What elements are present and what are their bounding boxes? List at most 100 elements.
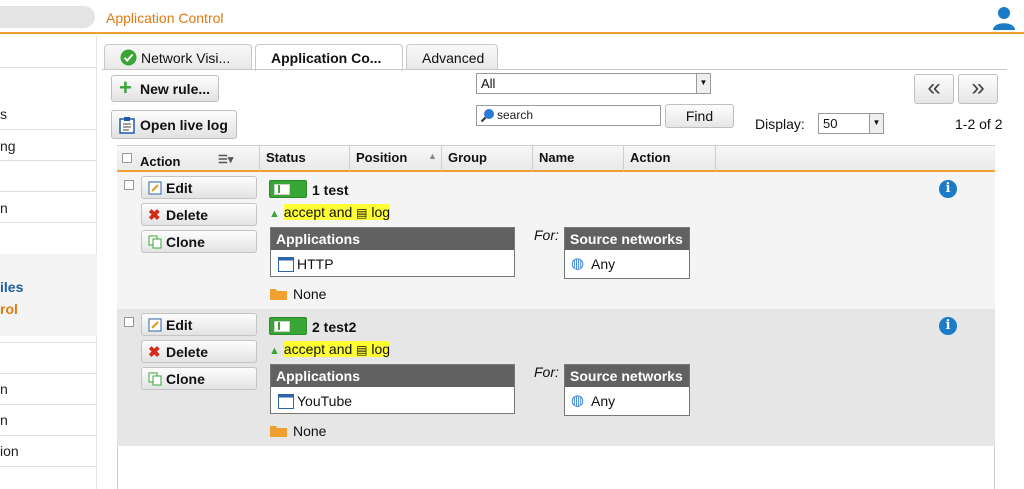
delete-label: Delete bbox=[166, 344, 209, 360]
display-select-value: 50 bbox=[823, 116, 838, 131]
info-icon[interactable]: i bbox=[939, 180, 957, 198]
clone-label: Clone bbox=[166, 371, 205, 387]
sidebar-item[interactable]: iles bbox=[0, 279, 23, 295]
enabled-toggle[interactable] bbox=[269, 180, 307, 198]
top-search-field[interactable] bbox=[0, 6, 95, 28]
source-network-value: Any bbox=[591, 256, 616, 272]
tabs-divider bbox=[102, 69, 1007, 70]
column-action-2[interactable]: Action bbox=[624, 146, 716, 171]
sidebar-active-section bbox=[0, 254, 97, 336]
sort-asc-icon: ▲ bbox=[428, 151, 437, 161]
for-label: For: bbox=[534, 227, 559, 243]
sidebar-item[interactable]: n bbox=[0, 412, 8, 428]
column-action[interactable]: Action ☰▾ bbox=[134, 146, 260, 171]
table-row: Edit ✖ Delete Clone 1 test ▲ accept and … bbox=[117, 172, 995, 309]
check-circle-icon bbox=[120, 49, 137, 66]
app-window-icon bbox=[278, 257, 294, 272]
edit-button[interactable]: Edit bbox=[141, 176, 257, 199]
clone-icon bbox=[148, 372, 162, 386]
globe-icon: ◍ bbox=[571, 255, 585, 272]
plus-icon: + bbox=[119, 75, 132, 100]
table-header: Action ☰▾ Status Position ▲ Group Name A… bbox=[117, 145, 995, 172]
tab-label: Advanced bbox=[422, 50, 485, 66]
select-all-checkbox[interactable] bbox=[122, 153, 132, 163]
tab-network-visibility[interactable]: Network Visi... bbox=[104, 44, 252, 70]
column-label: Action bbox=[140, 154, 181, 169]
sidebar-item[interactable]: ng bbox=[0, 138, 16, 154]
new-rule-button[interactable]: + New rule... bbox=[111, 75, 219, 102]
column-position[interactable]: Position ▲ bbox=[350, 146, 442, 171]
source-networks-box: Source networks ◍ Any bbox=[564, 227, 690, 279]
find-button[interactable]: Find bbox=[665, 104, 734, 128]
row-checkbox[interactable] bbox=[124, 317, 134, 327]
search-input[interactable]: search bbox=[476, 105, 661, 126]
edit-icon bbox=[148, 181, 162, 195]
prev-page-button[interactable]: « bbox=[914, 74, 954, 104]
open-live-log-button[interactable]: Open live log bbox=[111, 110, 237, 139]
column-label: Position bbox=[356, 150, 408, 165]
globe-icon: ◍ bbox=[571, 392, 585, 409]
sidebar-item-active[interactable]: rol bbox=[0, 301, 18, 317]
log-text: log bbox=[371, 341, 391, 357]
chevron-down-icon: ▼ bbox=[696, 74, 710, 93]
clone-button[interactable]: Clone bbox=[141, 230, 257, 253]
search-icon bbox=[480, 109, 494, 123]
delete-button[interactable]: ✖ Delete bbox=[141, 203, 257, 226]
display-select[interactable]: 50 ▼ bbox=[818, 113, 884, 134]
table-row: Edit ✖ Delete Clone 2 test2 ▲ accept and… bbox=[117, 309, 995, 446]
applications-box: Applications HTTP bbox=[270, 227, 515, 277]
source-network-value: Any bbox=[591, 393, 616, 409]
application-value: HTTP bbox=[297, 256, 334, 272]
for-label: For: bbox=[534, 364, 559, 380]
folder-icon bbox=[270, 426, 287, 437]
log-icon: ▤ bbox=[356, 206, 368, 220]
applications-box: Applications YouTube bbox=[270, 364, 515, 414]
tab-application-control[interactable]: Application Co... bbox=[255, 44, 403, 71]
tab-label: Network Visi... bbox=[141, 50, 231, 66]
new-rule-label: New rule... bbox=[140, 81, 211, 97]
column-menu-icon[interactable]: ☰▾ bbox=[218, 153, 233, 166]
accept-text: accept and bbox=[283, 204, 353, 220]
rule-action: ▲ accept and ▤ log bbox=[269, 204, 391, 220]
user-icon[interactable] bbox=[992, 6, 1016, 30]
edit-label: Edit bbox=[166, 180, 193, 196]
group-none: None bbox=[293, 423, 327, 439]
info-icon[interactable]: i bbox=[939, 317, 957, 335]
delete-button[interactable]: ✖ Delete bbox=[141, 340, 257, 363]
clone-button[interactable]: Clone bbox=[141, 367, 257, 390]
delete-label: Delete bbox=[166, 207, 209, 223]
app-window-icon bbox=[278, 394, 294, 409]
tab-advanced[interactable]: Advanced bbox=[406, 44, 498, 70]
accept-text: accept and bbox=[283, 341, 353, 357]
pagination-info: 1-2 of 2 bbox=[955, 116, 1003, 132]
arrow-up-icon: ▲ bbox=[269, 345, 280, 357]
sidebar-item[interactable]: n bbox=[0, 381, 8, 397]
applications-header: Applications bbox=[271, 365, 514, 387]
edit-button[interactable]: Edit bbox=[141, 313, 257, 336]
sidebar-item[interactable]: n bbox=[0, 200, 8, 216]
clone-icon bbox=[148, 235, 162, 249]
chevron-down-icon: ▼ bbox=[869, 114, 883, 133]
log-text: log bbox=[371, 204, 391, 220]
applications-header: Applications bbox=[271, 228, 514, 250]
source-networks-header: Source networks bbox=[565, 365, 689, 387]
rule-name: 2 test2 bbox=[312, 319, 357, 335]
column-group[interactable]: Group bbox=[442, 146, 533, 171]
filter-select[interactable]: All ▼ bbox=[476, 73, 711, 94]
sidebar-item[interactable]: s bbox=[0, 106, 7, 122]
source-networks-box: Source networks ◍ Any bbox=[564, 364, 690, 416]
clipboard-icon bbox=[119, 117, 135, 134]
enabled-toggle[interactable] bbox=[269, 317, 307, 335]
log-icon: ▤ bbox=[356, 343, 368, 357]
folder-icon bbox=[270, 289, 287, 300]
clone-label: Clone bbox=[166, 234, 205, 250]
delete-icon: ✖ bbox=[148, 207, 161, 224]
delete-icon: ✖ bbox=[148, 344, 161, 361]
filter-select-value: All bbox=[481, 76, 496, 91]
row-checkbox[interactable] bbox=[124, 180, 134, 190]
next-page-button[interactable]: » bbox=[958, 74, 998, 104]
column-status[interactable]: Status bbox=[260, 146, 350, 171]
column-name[interactable]: Name bbox=[533, 146, 624, 171]
sidebar-item[interactable]: ion bbox=[0, 443, 19, 459]
application-value: YouTube bbox=[297, 393, 353, 409]
